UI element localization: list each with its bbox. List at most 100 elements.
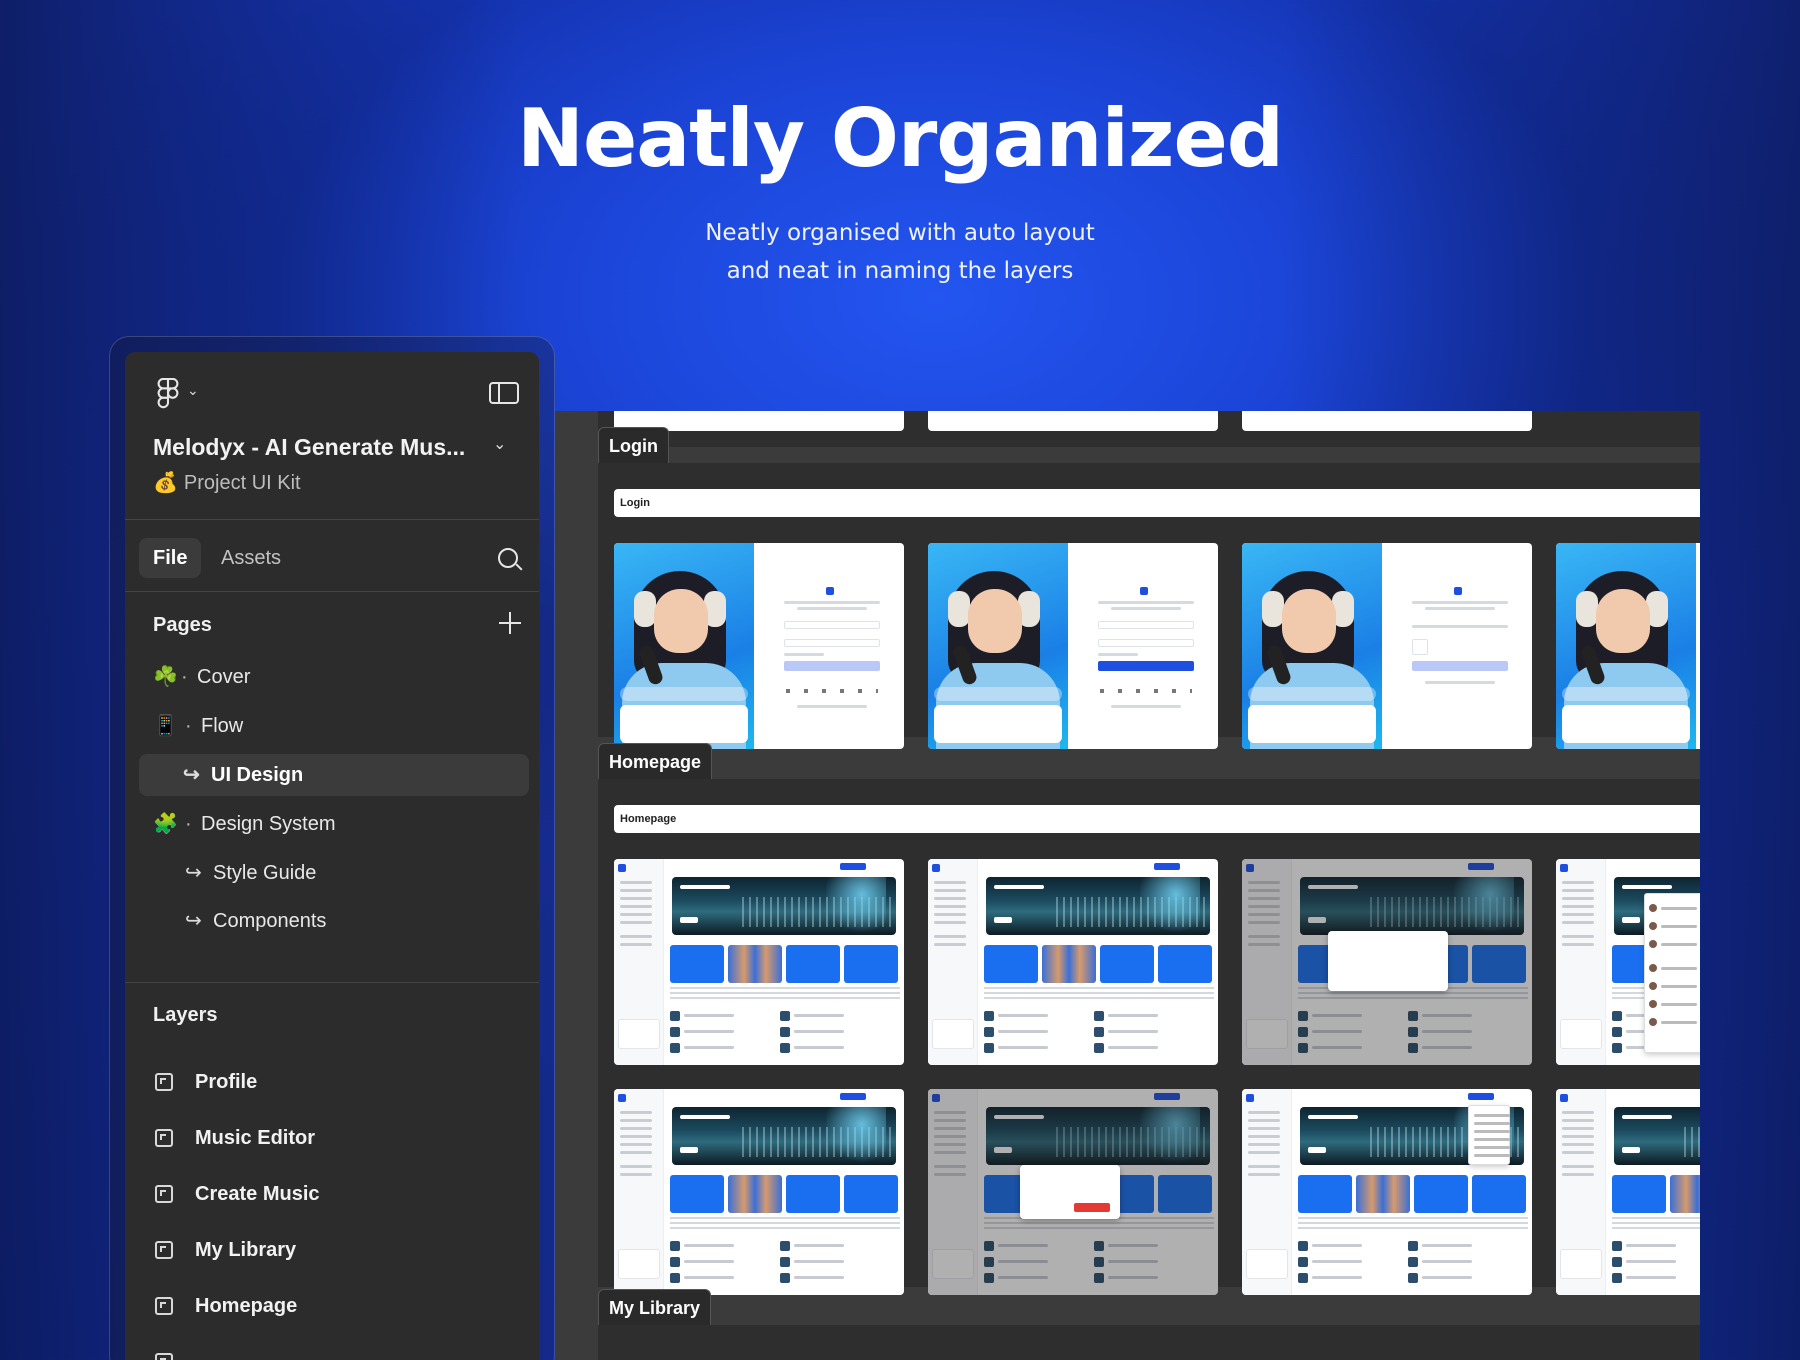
section-label-homepage[interactable]: Homepage: [598, 743, 713, 779]
nav-line: [1248, 1111, 1280, 1114]
avatar: [1649, 904, 1657, 912]
nav-line: [1248, 1165, 1280, 1168]
homepage-frame-thumbnail[interactable]: [1242, 1089, 1532, 1295]
dropdown-item: [1661, 985, 1697, 988]
form-line: [1111, 607, 1181, 610]
page-item-design-system[interactable]: 🧩 · Design System: [139, 803, 529, 845]
subpage-arrow-icon: ↪: [185, 862, 202, 884]
track-list: [670, 1241, 900, 1289]
create-button: [840, 1093, 866, 1100]
layer-item-label: Homepage: [195, 1295, 298, 1317]
frame-thumbnail[interactable]: [928, 411, 1218, 431]
nav-line: [1562, 921, 1594, 924]
page-item-style-guide[interactable]: ↪ Style Guide: [139, 852, 529, 894]
track-row: [1408, 1273, 1508, 1283]
frame-icon: [155, 1297, 173, 1315]
puzzle-piece-icon: 🧩: [153, 813, 178, 835]
usage-box: [618, 1249, 660, 1279]
photo-detail: [968, 589, 1022, 653]
homepage-frame-thumbnail[interactable]: [1556, 859, 1700, 1065]
login-frame-thumbnail[interactable]: [1556, 543, 1700, 749]
usage-box: [618, 1019, 660, 1049]
homepage-frame-thumbnail[interactable]: [614, 859, 904, 1065]
login-frame-thumbnail[interactable]: [614, 543, 904, 749]
app-logo-icon: [932, 864, 940, 872]
toggle-sidebar-icon[interactable]: [489, 382, 519, 404]
app-logo-icon: [1140, 587, 1148, 595]
search-icon[interactable]: [498, 548, 518, 568]
nav-line: [1248, 1151, 1280, 1154]
feature-text: [1298, 1217, 1528, 1231]
banner-title: [680, 885, 730, 889]
thumb-sidebar: [1242, 1089, 1292, 1295]
photo-detail: [1562, 687, 1690, 701]
nav-line: [1562, 1165, 1594, 1168]
project-menu-chevron-icon[interactable]: ⌄: [493, 434, 506, 454]
homepage-frame-thumbnail[interactable]: [928, 1089, 1218, 1295]
nav-line: [620, 889, 652, 892]
avatar: [1649, 1018, 1657, 1026]
thumb-main: [984, 859, 1218, 1065]
banner-title: [994, 885, 1044, 889]
homepage-frame-thumbnail[interactable]: [1242, 859, 1532, 1065]
dropdown-item: [1474, 1154, 1510, 1157]
photo-detail: [1248, 687, 1376, 701]
homepage-frame-thumbnail[interactable]: [928, 859, 1218, 1065]
mixer-knobs: [1684, 1127, 1700, 1157]
login-frame-thumbnail[interactable]: [1242, 543, 1532, 749]
nav-line: [620, 1119, 652, 1122]
feature-text: [670, 1217, 900, 1231]
photo-detail: [1248, 705, 1376, 743]
nav-line: [934, 889, 966, 892]
homepage-frame-thumbnail[interactable]: [614, 1089, 904, 1295]
remember-line: [1098, 653, 1138, 656]
page-item-ui-design[interactable]: ↪ UI Design: [139, 754, 529, 796]
tab-assets[interactable]: Assets: [207, 538, 295, 578]
section-label-login[interactable]: Login: [598, 427, 669, 463]
hero-banner: [1614, 1107, 1700, 1165]
login-frame-thumbnail[interactable]: [928, 543, 1218, 749]
figma-logo-icon[interactable]: [155, 378, 181, 410]
nav-line: [934, 935, 966, 938]
verify-button: [1412, 661, 1508, 671]
nav-line: [1248, 1135, 1280, 1138]
nav-line: [1248, 1127, 1280, 1130]
avatar: [1649, 982, 1657, 990]
dropdown-item: [1474, 1122, 1510, 1125]
dropdown-item: [1661, 1003, 1697, 1006]
top-bar: [984, 863, 1214, 871]
language-dropdown: [1468, 1105, 1510, 1165]
frame-thumbnail[interactable]: [1242, 411, 1532, 431]
avatar: [1649, 922, 1657, 930]
nav-line: [1562, 913, 1594, 916]
nav-line: [934, 921, 966, 924]
project-subtitle-text: Project UI Kit: [183, 472, 301, 494]
track-row: [780, 1273, 880, 1283]
dropdown-item: [1474, 1130, 1510, 1133]
chevron-down-icon[interactable]: ⌄: [187, 382, 199, 399]
feature-cards: [1298, 1175, 1528, 1213]
form-line: [1111, 705, 1181, 708]
tab-file[interactable]: File: [139, 538, 202, 578]
singer-photo: [1556, 543, 1696, 749]
singer-photo: [1242, 543, 1382, 749]
nav-line: [620, 905, 652, 908]
homepage-frame-thumbnail[interactable]: [1556, 1089, 1700, 1295]
page-item-flow[interactable]: 📱 · Flow: [139, 705, 529, 747]
frame-icon: [155, 1353, 173, 1360]
form-line: [797, 607, 867, 610]
form-line: [1425, 607, 1495, 610]
track-row: [780, 1027, 880, 1037]
design-canvas[interactable]: Login Login Homepage Homepage My Library: [555, 411, 1700, 1360]
section-label-my-library[interactable]: My Library: [598, 1289, 712, 1325]
banner-button: [680, 1147, 698, 1153]
feature-card: [1042, 945, 1096, 983]
app-logo-icon: [618, 1094, 626, 1102]
project-title[interactable]: Melodyx - AI Generate Mus...: [153, 434, 465, 461]
page-item-cover[interactable]: ☘️ · Cover: [139, 656, 529, 698]
track-row: [780, 1241, 880, 1251]
dropdown-item: [1474, 1146, 1510, 1149]
leave-button: [1074, 1203, 1110, 1212]
add-page-plus-icon[interactable]: [499, 612, 521, 634]
page-item-components[interactable]: ↪ Components: [139, 900, 529, 942]
